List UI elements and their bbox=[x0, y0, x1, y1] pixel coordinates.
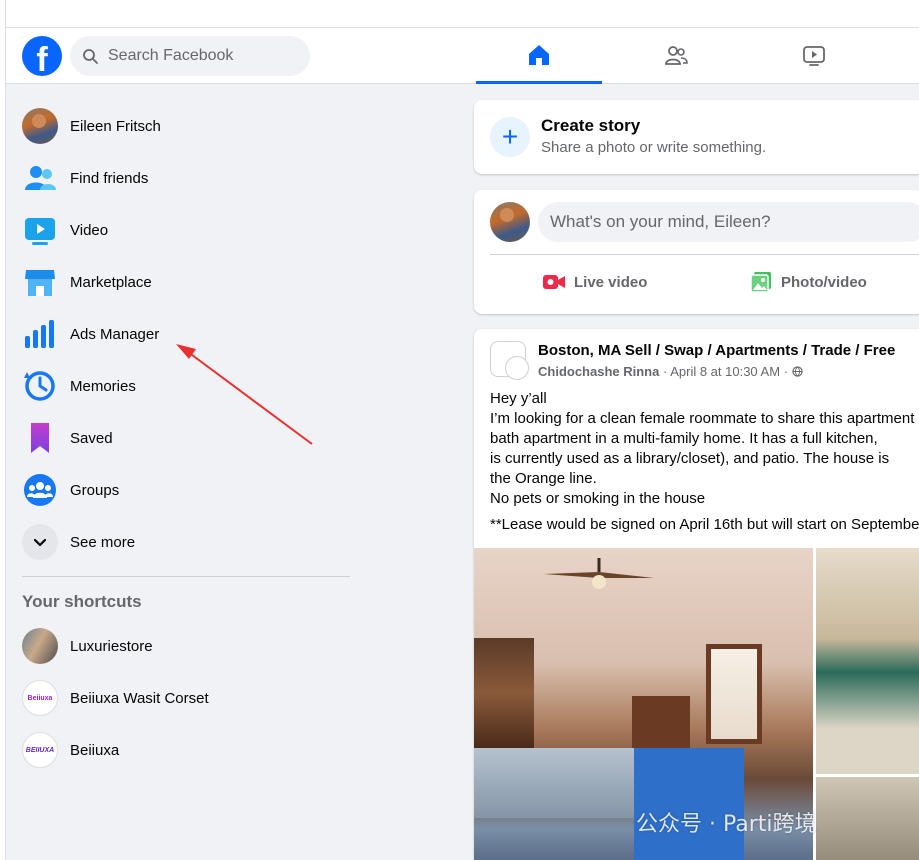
saved-icon bbox=[22, 420, 58, 456]
chevron-down-icon bbox=[33, 538, 47, 547]
bed-shape bbox=[474, 748, 654, 818]
window-left-edge bbox=[0, 0, 6, 860]
shortcut-item-beiiuxa[interactable]: BEIIUXA Beiiuxa bbox=[14, 724, 354, 776]
live-video-button[interactable]: Live video bbox=[542, 262, 647, 302]
sidebar-item-label: Find friends bbox=[70, 169, 149, 187]
create-story-card[interactable]: + Create story Share a photo or write so… bbox=[474, 100, 919, 174]
post-body-line: bath apartment in a multi-family home. I… bbox=[490, 430, 878, 447]
shortcut-avatar bbox=[22, 628, 58, 664]
shortcut-logo-text: BEIIUXA bbox=[22, 732, 58, 768]
shortcut-avatar: Beiiuxa bbox=[22, 680, 58, 716]
live-video-icon bbox=[543, 275, 565, 289]
friends-icon bbox=[22, 160, 58, 196]
post-body-line: the Orange line. bbox=[490, 470, 597, 487]
groups-icon bbox=[22, 472, 58, 508]
post-author[interactable]: Chidochashe Rinna bbox=[538, 364, 659, 379]
ads-manager-icon bbox=[22, 316, 58, 352]
sidebar-item-label: Video bbox=[70, 221, 109, 239]
post-body-line: No pets or smoking in the house bbox=[490, 490, 706, 507]
post-body: Hey y’all I’m looking for a clean female… bbox=[490, 389, 919, 535]
group-avatar[interactable] bbox=[490, 341, 529, 380]
sidebar-item-marketplace[interactable]: Marketplace bbox=[14, 256, 354, 308]
meta-separator: · bbox=[783, 364, 792, 379]
post-body-line: is currently used as a library/closet), … bbox=[490, 450, 890, 467]
home-icon bbox=[529, 44, 549, 65]
browser-top-strip bbox=[0, 0, 919, 28]
watermark-text: 公众号 · Parti跨境 bbox=[636, 812, 817, 837]
top-navigation-bar: f bbox=[6, 28, 919, 84]
shortcuts-heading: Your shortcuts bbox=[22, 592, 142, 611]
photo-video-icon bbox=[750, 272, 771, 293]
plus-icon: + bbox=[490, 117, 530, 157]
sidebar-item-saved[interactable]: Saved bbox=[14, 412, 354, 464]
sidebar-divider bbox=[22, 576, 350, 577]
public-globe-icon bbox=[791, 366, 803, 377]
post-time[interactable]: April 8 at 10:30 AM bbox=[670, 364, 780, 379]
composer-divider bbox=[490, 254, 919, 255]
photo-video-label: Photo/video bbox=[781, 273, 867, 291]
facebook-logo-icon[interactable]: f bbox=[22, 36, 62, 76]
post-body-line: Hey y’all bbox=[490, 390, 547, 407]
post-photo-side-top[interactable] bbox=[816, 548, 919, 774]
memories-icon bbox=[22, 368, 58, 404]
shortcut-label: Beiiuxa bbox=[70, 741, 120, 759]
post-body-note: **Lease would be signed on April 16th bu… bbox=[490, 516, 919, 533]
sidebar-item-find-friends[interactable]: Find friends bbox=[14, 152, 354, 204]
profile-avatar bbox=[22, 108, 58, 144]
tab-home[interactable] bbox=[476, 28, 602, 84]
search-input[interactable] bbox=[108, 47, 298, 65]
sidebar-item-groups[interactable]: Groups bbox=[14, 464, 354, 516]
toddler-bed-shape bbox=[634, 748, 744, 860]
ceiling-fan-shape bbox=[544, 558, 654, 589]
sidebar-item-label: Saved bbox=[70, 429, 113, 447]
tab-friends[interactable] bbox=[613, 28, 739, 84]
bookshelf-shape bbox=[474, 638, 534, 748]
window-shape bbox=[706, 644, 762, 744]
tab-watch[interactable] bbox=[751, 28, 877, 84]
see-more-circle bbox=[22, 524, 58, 560]
sidebar-item-label: Memories bbox=[70, 377, 136, 395]
shortcut-item-beiiuxa-wasit-corset[interactable]: Beiiuxa Beiiuxa Wasit Corset bbox=[14, 672, 354, 724]
sidebar-item-video[interactable]: Video bbox=[14, 204, 354, 256]
sidebar-item-label: Ads Manager bbox=[70, 325, 160, 343]
composer-avatar bbox=[490, 202, 530, 242]
sidebar-item-label: Marketplace bbox=[70, 273, 152, 291]
post-group-name[interactable]: Boston, MA Sell / Swap / Apartments / Tr… bbox=[538, 342, 895, 359]
watch-icon bbox=[803, 46, 825, 66]
feed-post: Boston, MA Sell / Swap / Apartments / Tr… bbox=[474, 329, 919, 860]
photo-video-button[interactable]: Photo/video bbox=[749, 262, 867, 302]
sidebar-item-see-more[interactable]: See more bbox=[14, 516, 354, 568]
sidebar-item-label: Eileen Fritsch bbox=[70, 117, 161, 135]
shortcut-label: Beiiuxa Wasit Corset bbox=[70, 689, 209, 707]
sidebar-item-label: Groups bbox=[70, 481, 120, 499]
create-story-title: Create story bbox=[541, 116, 641, 135]
dresser-shape bbox=[632, 696, 690, 756]
shortcut-avatar: BEIIUXA bbox=[22, 732, 58, 768]
post-body-line: I’m looking for a clean female roommate … bbox=[490, 410, 915, 427]
sidebar-item-label: See more bbox=[70, 533, 136, 551]
post-composer: Live video Photo/video bbox=[474, 190, 919, 314]
video-icon bbox=[22, 212, 58, 248]
post-meta: Chidochashe Rinna · April 8 at 10:30 AM … bbox=[538, 364, 803, 379]
post-photo-side-bottom[interactable] bbox=[816, 777, 919, 860]
shortcut-logo-text: Beiiuxa bbox=[22, 680, 58, 716]
whats-on-your-mind-input[interactable] bbox=[538, 202, 919, 242]
shortcut-item-luxuriestore[interactable]: Luxuriestore bbox=[14, 620, 354, 672]
left-sidebar: Eileen Fritsch Find friends Video Market… bbox=[6, 84, 366, 860]
marketplace-icon bbox=[22, 264, 58, 300]
sidebar-item-ads-manager[interactable]: Ads Manager bbox=[14, 308, 354, 360]
live-video-label: Live video bbox=[574, 273, 648, 291]
shortcut-label: Luxuriestore bbox=[70, 637, 153, 655]
search-icon bbox=[83, 49, 98, 64]
sidebar-item-memories[interactable]: Memories bbox=[14, 360, 354, 412]
search-box[interactable] bbox=[70, 36, 310, 76]
sidebar-item-profile[interactable]: Eileen Fritsch bbox=[14, 100, 354, 152]
create-story-subtitle: Share a photo or write something. bbox=[541, 139, 767, 156]
friends-icon bbox=[665, 46, 688, 65]
